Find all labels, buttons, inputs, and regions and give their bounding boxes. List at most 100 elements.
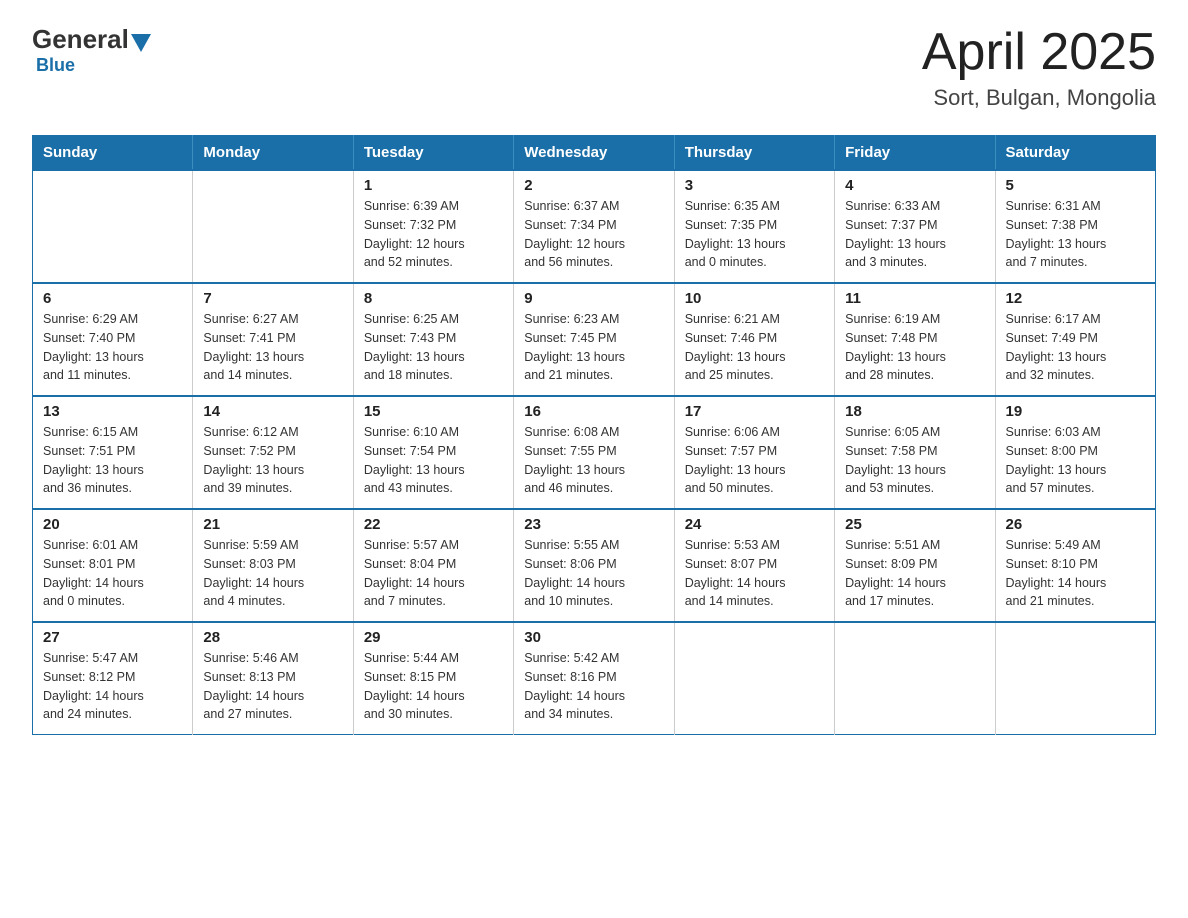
calendar-cell: 1Sunrise: 6:39 AM Sunset: 7:32 PM Daylig… [353,170,513,283]
day-number: 26 [1006,516,1145,533]
day-number: 8 [364,290,503,307]
calendar-week-row: 13Sunrise: 6:15 AM Sunset: 7:51 PM Dayli… [33,396,1156,509]
day-number: 1 [364,177,503,194]
calendar-cell: 6 Sunrise: 6:29 AM Sunset: 7:40 PM Daylig… [33,283,193,396]
day-number: 14 [203,403,342,420]
day-number: 28 [203,629,342,646]
day-info: Sunrise: 6:19 AM Sunset: 7:48 PM Dayligh… [845,310,984,385]
calendar-cell: 18 Sunrise: 6:05 AM Sunset: 7:58 PM Dayli… [835,396,995,509]
day-info: Sunrise: 6:15 AM Sunset: 7:51 PM Dayligh… [43,423,182,498]
calendar-week-row: 1Sunrise: 6:39 AM Sunset: 7:32 PM Daylig… [33,170,1156,283]
day-number: 29 [364,629,503,646]
day-info: Sunrise: 6:37 AM Sunset: 7:34 PM Dayligh… [524,197,663,272]
day-number: 5 [1006,177,1145,194]
calendar-cell: 24 Sunrise: 5:53 AM Sunset: 8:07 PM Dayli… [674,509,834,622]
calendar-cell: 7Sunrise: 6:27 AM Sunset: 7:41 PM Daylig… [193,283,353,396]
calendar-cell [33,170,193,283]
day-info: Sunrise: 6:05 AM Sunset: 7:58 PM Dayligh… [845,423,984,498]
calendar-cell: 3Sunrise: 6:35 AM Sunset: 7:35 PM Daylig… [674,170,834,283]
calendar-title: April 2025 [922,24,1156,81]
logo-blue-text: Blue [36,55,75,76]
day-number: 10 [685,290,824,307]
day-info: Sunrise: 6:27 AM Sunset: 7:41 PM Dayligh… [203,310,342,385]
day-number: 4 [845,177,984,194]
day-number: 3 [685,177,824,194]
day-info: Sunrise: 6:33 AM Sunset: 7:37 PM Dayligh… [845,197,984,272]
day-number: 19 [1006,403,1145,420]
day-of-week-header: Wednesday [514,136,674,171]
calendar-cell: 16 Sunrise: 6:08 AM Sunset: 7:55 PM Dayli… [514,396,674,509]
day-number: 30 [524,629,663,646]
calendar-cell: 30 Sunrise: 5:42 AM Sunset: 8:16 PM Dayli… [514,622,674,735]
day-number: 24 [685,516,824,533]
day-number: 22 [364,516,503,533]
logo-general-text: General [32,24,129,55]
day-info: Sunrise: 5:49 AM Sunset: 8:10 PM Dayligh… [1006,536,1145,611]
day-number: 18 [845,403,984,420]
day-number: 6 [43,290,182,307]
day-info: Sunrise: 5:46 AM Sunset: 8:13 PM Dayligh… [203,649,342,724]
day-info: Sunrise: 6:08 AM Sunset: 7:55 PM Dayligh… [524,423,663,498]
calendar-cell: 8 Sunrise: 6:25 AM Sunset: 7:43 PM Daylig… [353,283,513,396]
day-info: Sunrise: 6:06 AM Sunset: 7:57 PM Dayligh… [685,423,824,498]
calendar-cell [674,622,834,735]
calendar-cell: 4 Sunrise: 6:33 AM Sunset: 7:37 PM Daylig… [835,170,995,283]
calendar-cell: 20 Sunrise: 6:01 AM Sunset: 8:01 PM Dayli… [33,509,193,622]
calendar-cell: 13Sunrise: 6:15 AM Sunset: 7:51 PM Dayli… [33,396,193,509]
calendar-cell: 21 Sunrise: 5:59 AM Sunset: 8:03 PM Dayli… [193,509,353,622]
calendar-cell [995,622,1155,735]
calendar-header-row: SundayMondayTuesdayWednesdayThursdayFrid… [33,136,1156,171]
day-info: Sunrise: 6:01 AM Sunset: 8:01 PM Dayligh… [43,536,182,611]
calendar-cell: 15 Sunrise: 6:10 AM Sunset: 7:54 PM Dayli… [353,396,513,509]
day-of-week-header: Thursday [674,136,834,171]
calendar-table: SundayMondayTuesdayWednesdayThursdayFrid… [32,135,1156,735]
day-info: Sunrise: 6:31 AM Sunset: 7:38 PM Dayligh… [1006,197,1145,272]
calendar-cell: 22 Sunrise: 5:57 AM Sunset: 8:04 PM Dayli… [353,509,513,622]
calendar-cell: 14 Sunrise: 6:12 AM Sunset: 7:52 PM Dayli… [193,396,353,509]
calendar-subtitle: Sort, Bulgan, Mongolia [922,85,1156,111]
day-info: Sunrise: 6:17 AM Sunset: 7:49 PM Dayligh… [1006,310,1145,385]
day-number: 17 [685,403,824,420]
day-number: 21 [203,516,342,533]
day-info: Sunrise: 6:03 AM Sunset: 8:00 PM Dayligh… [1006,423,1145,498]
day-number: 15 [364,403,503,420]
calendar-cell: 28 Sunrise: 5:46 AM Sunset: 8:13 PM Dayli… [193,622,353,735]
day-info: Sunrise: 6:25 AM Sunset: 7:43 PM Dayligh… [364,310,503,385]
day-info: Sunrise: 5:42 AM Sunset: 8:16 PM Dayligh… [524,649,663,724]
calendar-week-row: 27Sunrise: 5:47 AM Sunset: 8:12 PM Dayli… [33,622,1156,735]
calendar-cell: 5 Sunrise: 6:31 AM Sunset: 7:38 PM Daylig… [995,170,1155,283]
day-info: Sunrise: 6:23 AM Sunset: 7:45 PM Dayligh… [524,310,663,385]
day-info: Sunrise: 6:10 AM Sunset: 7:54 PM Dayligh… [364,423,503,498]
day-number: 11 [845,290,984,307]
logo-triangle-icon [131,34,151,52]
day-number: 27 [43,629,182,646]
calendar-cell: 19 Sunrise: 6:03 AM Sunset: 8:00 PM Dayli… [995,396,1155,509]
calendar-cell: 25Sunrise: 5:51 AM Sunset: 8:09 PM Dayli… [835,509,995,622]
day-of-week-header: Friday [835,136,995,171]
calendar-cell: 11 Sunrise: 6:19 AM Sunset: 7:48 PM Dayli… [835,283,995,396]
day-info: Sunrise: 5:55 AM Sunset: 8:06 PM Dayligh… [524,536,663,611]
day-number: 16 [524,403,663,420]
day-of-week-header: Monday [193,136,353,171]
day-info: Sunrise: 6:21 AM Sunset: 7:46 PM Dayligh… [685,310,824,385]
calendar-cell: 10 Sunrise: 6:21 AM Sunset: 7:46 PM Dayli… [674,283,834,396]
calendar-cell: 2 Sunrise: 6:37 AM Sunset: 7:34 PM Daylig… [514,170,674,283]
day-info: Sunrise: 6:29 AM Sunset: 7:40 PM Dayligh… [43,310,182,385]
calendar-cell [835,622,995,735]
calendar-cell: 27Sunrise: 5:47 AM Sunset: 8:12 PM Dayli… [33,622,193,735]
calendar-cell: 29 Sunrise: 5:44 AM Sunset: 8:15 PM Dayli… [353,622,513,735]
calendar-cell: 26 Sunrise: 5:49 AM Sunset: 8:10 PM Dayli… [995,509,1155,622]
day-info: Sunrise: 5:53 AM Sunset: 8:07 PM Dayligh… [685,536,824,611]
calendar-week-row: 20 Sunrise: 6:01 AM Sunset: 8:01 PM Dayli… [33,509,1156,622]
day-of-week-header: Saturday [995,136,1155,171]
title-block: April 2025 Sort, Bulgan, Mongolia [922,24,1156,111]
day-number: 2 [524,177,663,194]
day-info: Sunrise: 5:59 AM Sunset: 8:03 PM Dayligh… [203,536,342,611]
calendar-cell [193,170,353,283]
day-info: Sunrise: 5:57 AM Sunset: 8:04 PM Dayligh… [364,536,503,611]
day-number: 20 [43,516,182,533]
day-info: Sunrise: 6:12 AM Sunset: 7:52 PM Dayligh… [203,423,342,498]
day-of-week-header: Sunday [33,136,193,171]
calendar-cell: 17 Sunrise: 6:06 AM Sunset: 7:57 PM Dayli… [674,396,834,509]
day-info: Sunrise: 5:44 AM Sunset: 8:15 PM Dayligh… [364,649,503,724]
